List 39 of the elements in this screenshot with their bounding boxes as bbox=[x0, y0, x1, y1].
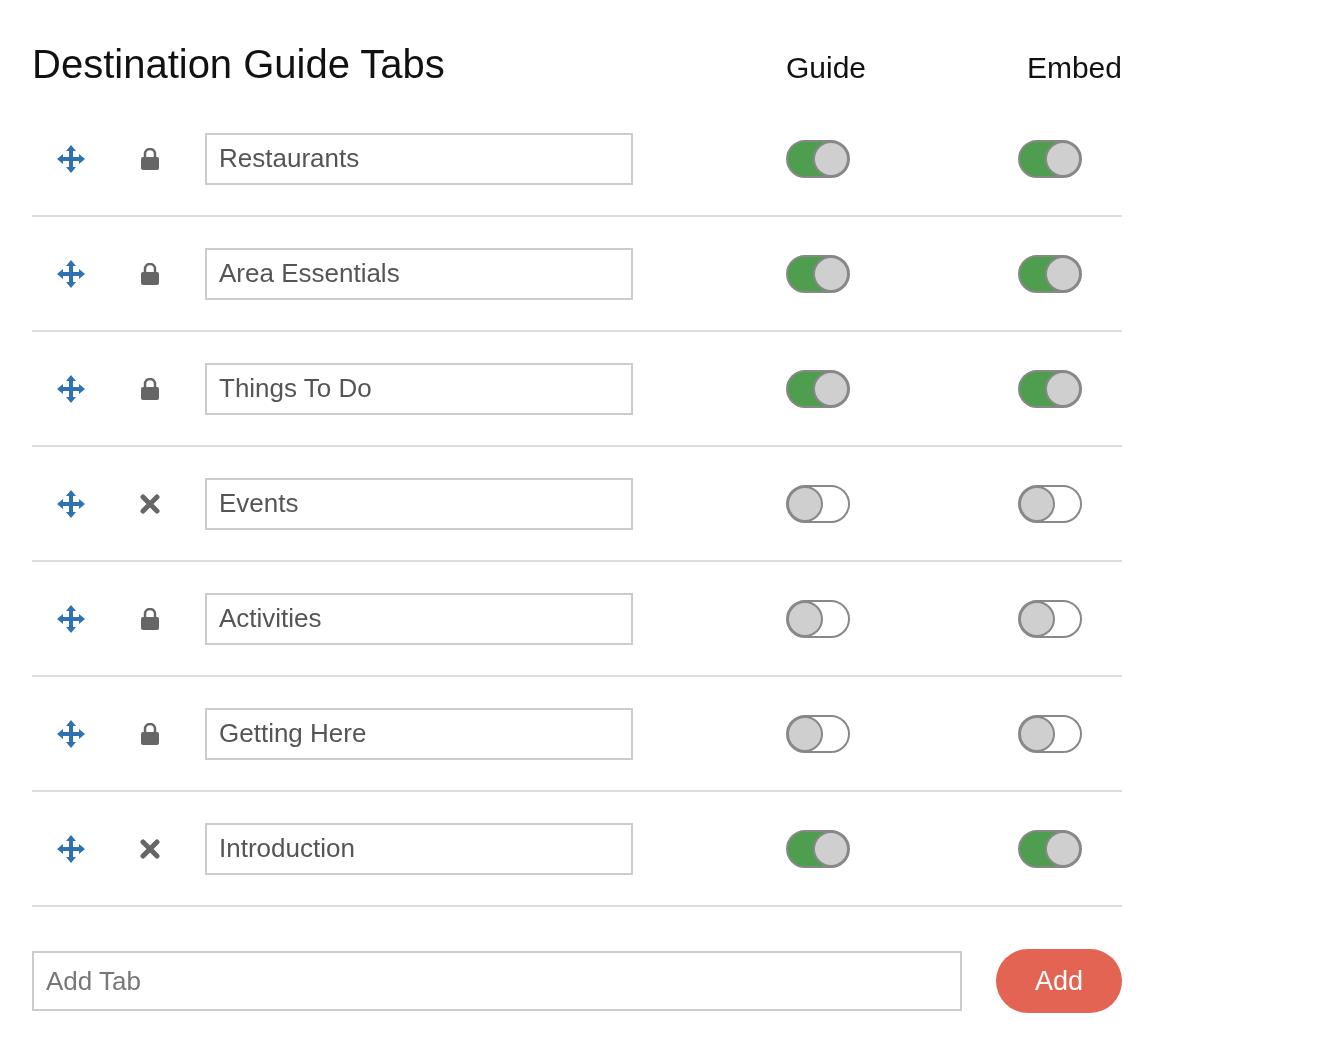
lock-icon bbox=[140, 722, 160, 745]
tab-name-field[interactable]: Things To Do bbox=[205, 362, 633, 415]
lock-icon bbox=[140, 607, 160, 630]
move-icon[interactable] bbox=[56, 833, 86, 864]
embed-toggle[interactable] bbox=[1018, 714, 1082, 753]
move-icon[interactable] bbox=[56, 718, 86, 749]
lock-icon bbox=[140, 377, 160, 400]
guide-toggle[interactable] bbox=[786, 254, 850, 293]
guide-toggle[interactable] bbox=[786, 139, 850, 178]
move-icon[interactable] bbox=[56, 603, 86, 634]
delete-icon[interactable] bbox=[140, 838, 160, 859]
tab-name-field[interactable]: Area Essentials bbox=[205, 247, 633, 300]
move-icon[interactable] bbox=[56, 258, 86, 289]
tab-name-field[interactable]: Introduction bbox=[205, 822, 633, 875]
embed-toggle[interactable] bbox=[1018, 599, 1082, 638]
guide-toggle[interactable] bbox=[786, 484, 850, 523]
embed-toggle[interactable] bbox=[1018, 484, 1082, 523]
guide-toggle[interactable] bbox=[786, 369, 850, 408]
lock-icon bbox=[140, 147, 160, 170]
add-tab-field[interactable]: Add Tab bbox=[32, 951, 962, 1011]
embed-toggle[interactable] bbox=[1018, 139, 1082, 178]
move-icon[interactable] bbox=[56, 143, 86, 174]
page-title: Destination Guide Tabs bbox=[32, 41, 446, 87]
tab-name-field[interactable]: Events bbox=[205, 477, 633, 530]
column-header: Embed bbox=[1026, 50, 1122, 85]
embed-toggle[interactable] bbox=[1018, 829, 1082, 868]
tab-name-field[interactable]: Restaurants bbox=[205, 132, 633, 185]
move-icon[interactable] bbox=[56, 488, 86, 519]
lock-icon bbox=[140, 262, 160, 285]
guide-toggle[interactable] bbox=[786, 599, 850, 638]
embed-toggle[interactable] bbox=[1018, 254, 1082, 293]
tab-name-field[interactable]: Getting Here bbox=[205, 707, 633, 760]
column-header: Guide bbox=[786, 50, 868, 85]
delete-icon[interactable] bbox=[140, 493, 160, 514]
embed-toggle[interactable] bbox=[1018, 369, 1082, 408]
guide-toggle[interactable] bbox=[786, 829, 850, 868]
move-icon[interactable] bbox=[56, 373, 86, 404]
guide-toggle[interactable] bbox=[786, 714, 850, 753]
tab-name-field[interactable]: Activities bbox=[205, 592, 633, 645]
